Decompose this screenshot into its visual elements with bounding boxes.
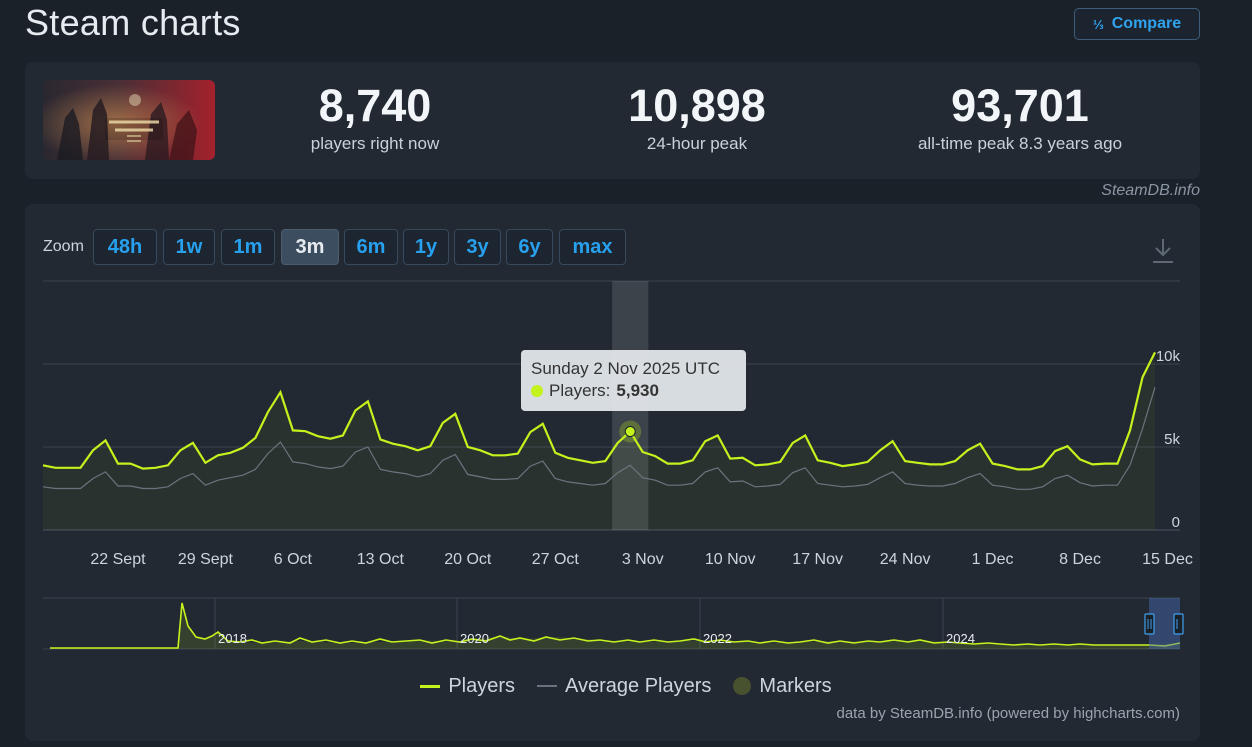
stat-value: 93,701 bbox=[951, 80, 1089, 131]
steamdb-credit[interactable]: SteamDB.info bbox=[1101, 182, 1200, 200]
stat-all-time-peak: 93,701 all-time peak 8.3 years ago bbox=[875, 80, 1165, 156]
chart-legend: Players Average Players Markers bbox=[0, 672, 1252, 700]
legend-line-swatch bbox=[420, 684, 441, 688]
chart-card bbox=[25, 204, 1200, 741]
page-title: Steam charts bbox=[25, 2, 241, 43]
tooltip-series-dot bbox=[531, 385, 543, 397]
stat-value: 10,898 bbox=[628, 80, 766, 131]
chart-tooltip: Sunday 2 Nov 2025 UTC Players: 5,930 bbox=[521, 350, 746, 411]
zoom-button-3y[interactable]: 3y bbox=[454, 229, 501, 265]
zoom-button-max[interactable]: max bbox=[559, 229, 626, 265]
tooltip-value: 5,930 bbox=[616, 381, 659, 400]
stat-label: all-time peak 8.3 years ago bbox=[917, 134, 1123, 153]
compare-button[interactable]: ⅓ Compare bbox=[1074, 8, 1200, 40]
tooltip-row: Players: 5,930 bbox=[531, 380, 736, 402]
stat-label: players right now bbox=[310, 134, 440, 153]
game-thumbnail[interactable] bbox=[43, 80, 215, 160]
stat-value: 8,740 bbox=[318, 80, 432, 131]
stat-24h-peak: 10,898 24-hour peak bbox=[587, 80, 807, 156]
legend-item-players[interactable]: Players bbox=[420, 675, 515, 698]
zoom-button-48h[interactable]: 48h bbox=[93, 229, 157, 265]
summary-card: 8,740 players right now 10,898 24-hour p… bbox=[25, 62, 1200, 179]
stat-current-players: 8,740 players right now bbox=[265, 80, 485, 156]
legend-item-average-players[interactable]: Average Players bbox=[537, 675, 711, 698]
zoom-button-6y[interactable]: 6y bbox=[506, 229, 553, 265]
download-icon[interactable] bbox=[1150, 236, 1176, 266]
legend-dot-swatch bbox=[733, 677, 752, 695]
tooltip-date: Sunday 2 Nov 2025 UTC bbox=[531, 359, 720, 378]
zoom-label: Zoom bbox=[43, 238, 84, 255]
zoom-button-1w[interactable]: 1w bbox=[163, 229, 215, 265]
zoom-button-1m[interactable]: 1m bbox=[221, 229, 275, 265]
highcharts-credit[interactable]: data by SteamDB.info (powered by highcha… bbox=[837, 705, 1181, 722]
compare-label: Compare bbox=[1111, 15, 1182, 32]
tooltip-series-label: Players: bbox=[549, 381, 611, 400]
zoom-button-3m[interactable]: 3m bbox=[281, 229, 339, 265]
zoom-button-6m[interactable]: 6m bbox=[344, 229, 398, 265]
legend-line-swatch bbox=[537, 685, 558, 687]
legend-label: Average Players bbox=[565, 674, 712, 697]
fraction-icon: ⅓ bbox=[1092, 16, 1104, 32]
legend-label: Players bbox=[448, 674, 516, 697]
zoom-button-1y[interactable]: 1y bbox=[403, 229, 449, 265]
legend-label: Markers bbox=[759, 674, 832, 697]
game-art-image bbox=[43, 80, 215, 160]
stat-label: 24-hour peak bbox=[646, 134, 748, 153]
legend-item-markers[interactable]: Markers bbox=[733, 674, 832, 698]
